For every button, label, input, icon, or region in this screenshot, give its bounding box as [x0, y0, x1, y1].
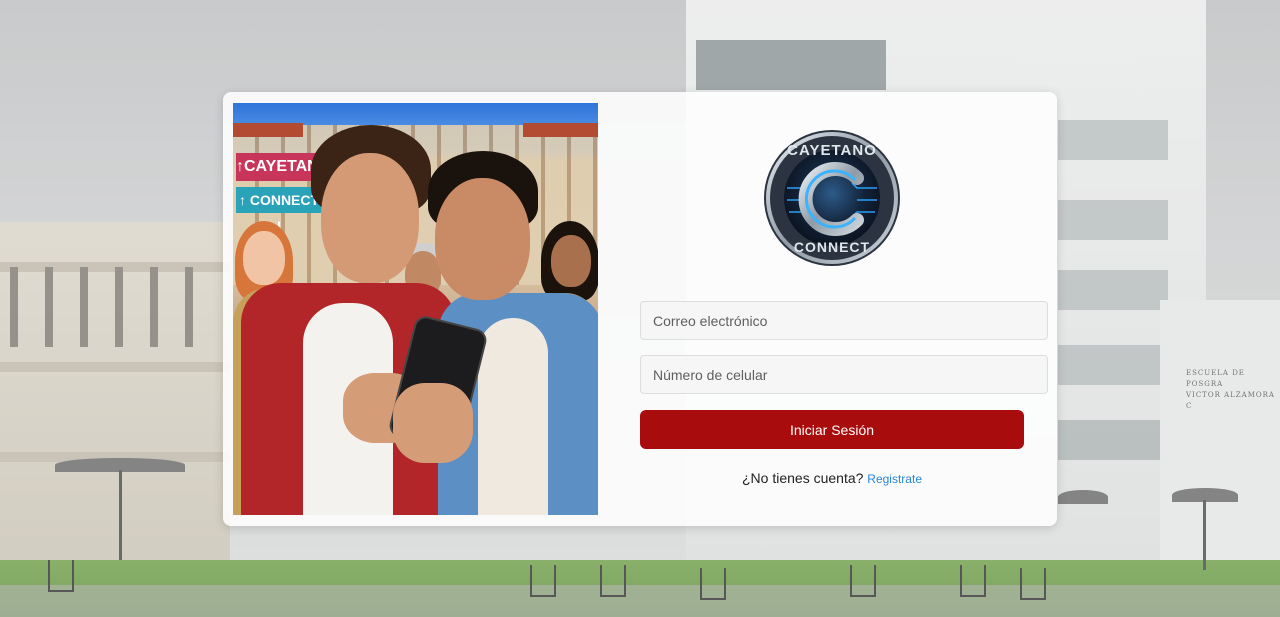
hero-sign-cayetano: ↑CAYETANO — [236, 153, 331, 181]
cayetano-connect-logo: CAYETANO CONNECT — [764, 130, 900, 266]
palace-roof — [233, 123, 303, 137]
login-card: ↑CAYETANO ↑ CONNECT ! — [223, 92, 1057, 526]
palace-roof — [523, 123, 598, 137]
register-link[interactable]: Registrate — [867, 472, 922, 486]
email-field[interactable] — [640, 301, 1048, 340]
no-account-text: ¿No tienes cuenta? — [742, 470, 864, 486]
person-shirt — [478, 318, 548, 515]
hero-sign-connect: ↑ CONNECT ! — [236, 187, 322, 234]
person-face — [551, 235, 591, 287]
person-hand — [393, 383, 473, 463]
login-button[interactable]: Iniciar Sesión — [640, 410, 1024, 449]
person-face — [243, 231, 285, 285]
hero-image: ↑CAYETANO ↑ CONNECT ! — [233, 103, 598, 515]
signup-prompt: ¿No tienes cuenta? Registrate — [640, 470, 1024, 486]
person-face — [321, 153, 419, 283]
phone-field[interactable] — [640, 355, 1048, 394]
person-face — [435, 178, 530, 300]
logo-text-top: CAYETANO — [787, 142, 877, 159]
logo-text-bottom: CONNECT — [794, 239, 870, 255]
